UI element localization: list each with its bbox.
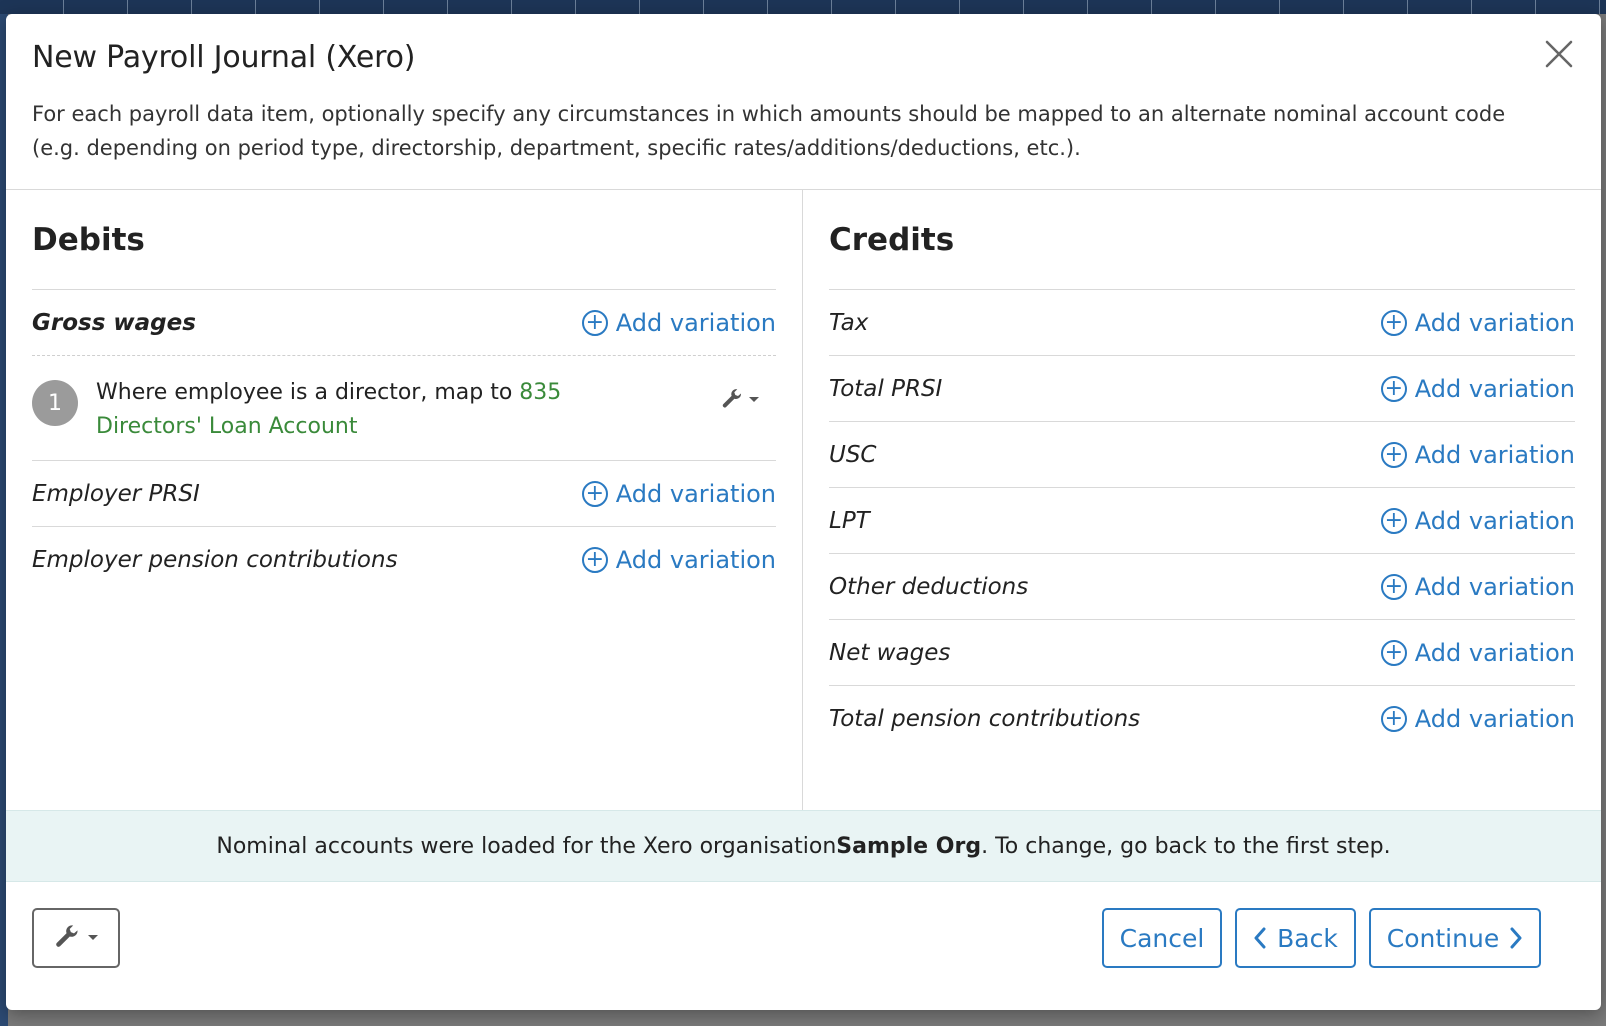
- variation-text: Where employee is a director, map to: [96, 380, 520, 405]
- plus-circle-icon: +: [1380, 441, 1407, 468]
- add-variation-label: Add variation: [1414, 638, 1575, 667]
- cancel-button[interactable]: Cancel: [1102, 908, 1222, 968]
- item-label: Net wages: [829, 639, 951, 666]
- credit-item-net-wages: Net wages + Add variation: [829, 620, 1575, 686]
- dialog-description: For each payroll data item, optionally s…: [32, 102, 1506, 160]
- debit-item-employer-prsi: Employer PRSI + Add variation: [32, 461, 776, 527]
- payroll-journal-dialog: New Payroll Journal (Xero) For each payr…: [6, 14, 1601, 1010]
- notice-suffix: . To change, go back to the first step.: [981, 833, 1391, 859]
- plus-circle-icon: +: [1380, 507, 1407, 534]
- dialog-footer: Cancel Back Continue: [6, 882, 1601, 1010]
- back-button[interactable]: Back: [1235, 908, 1356, 968]
- credit-item-lpt: LPT + Add variation: [829, 488, 1575, 554]
- continue-label: Continue: [1386, 923, 1500, 953]
- variation-row: 1 Where employee is a director, map to 8…: [32, 356, 776, 461]
- add-variation-button[interactable]: + Add variation: [581, 546, 776, 574]
- add-variation-label: Add variation: [1414, 374, 1575, 403]
- dialog-header: New Payroll Journal (Xero) For each payr…: [6, 14, 1601, 190]
- close-icon: [1545, 40, 1573, 68]
- add-variation-button[interactable]: + Add variation: [1380, 308, 1575, 337]
- back-label: Back: [1277, 923, 1338, 953]
- add-variation-label: Add variation: [615, 546, 776, 574]
- add-variation-button[interactable]: + Add variation: [1380, 705, 1575, 733]
- variation-options-dropdown[interactable]: [720, 388, 760, 412]
- credit-item-total-pension: Total pension contributions + Add variat…: [829, 686, 1575, 752]
- tools-dropdown-button[interactable]: [32, 908, 120, 968]
- plus-circle-icon: +: [1380, 309, 1407, 336]
- credits-heading: Credits: [829, 210, 1575, 290]
- add-variation-button[interactable]: + Add variation: [1380, 374, 1575, 403]
- add-variation-label: Add variation: [1414, 705, 1575, 733]
- variation-number-badge: 1: [32, 380, 78, 426]
- close-button[interactable]: [1539, 34, 1579, 74]
- add-variation-label: Add variation: [1414, 572, 1575, 601]
- credit-item-total-prsi: Total PRSI + Add variation: [829, 356, 1575, 422]
- credit-item-usc: USC + Add variation: [829, 422, 1575, 488]
- item-label: Total PRSI: [829, 375, 943, 402]
- add-variation-label: Add variation: [1414, 440, 1575, 469]
- plus-circle-icon: +: [1380, 375, 1407, 402]
- item-label: LPT: [829, 507, 870, 534]
- plus-circle-icon: +: [1380, 706, 1407, 732]
- dialog-title: New Payroll Journal (Xero): [32, 40, 416, 75]
- item-label: Gross wages: [32, 309, 196, 336]
- add-variation-label: Add variation: [615, 308, 776, 337]
- add-variation-button[interactable]: + Add variation: [1380, 572, 1575, 601]
- add-variation-button[interactable]: + Add variation: [581, 308, 776, 337]
- cancel-label: Cancel: [1119, 923, 1205, 953]
- add-variation-button[interactable]: + Add variation: [1380, 440, 1575, 469]
- item-label: Tax: [829, 309, 869, 336]
- item-label: Other deductions: [829, 573, 1029, 600]
- credit-item-tax: Tax + Add variation: [829, 290, 1575, 356]
- notice-prefix: Nominal accounts were loaded for the Xer…: [216, 833, 837, 859]
- credits-column: Credits Tax + Add variation Total PRSI +…: [802, 190, 1601, 810]
- debits-column: Debits Gross wages + Add variation 1 Whe…: [6, 190, 802, 810]
- wrench-icon: [56, 925, 78, 947]
- item-label: USC: [829, 441, 877, 468]
- plus-circle-icon: +: [1380, 639, 1407, 666]
- add-variation-button[interactable]: + Add variation: [1380, 506, 1575, 535]
- nominal-accounts-notice: Nominal accounts were loaded for the Xer…: [6, 810, 1601, 882]
- chevron-left-icon: [1254, 927, 1266, 949]
- continue-button[interactable]: Continue: [1369, 908, 1541, 968]
- plus-circle-icon: +: [581, 547, 608, 573]
- add-variation-label: Add variation: [1414, 506, 1575, 535]
- add-variation-label: Add variation: [615, 479, 776, 508]
- caret-down-icon: [88, 935, 98, 940]
- add-variation-label: Add variation: [1414, 308, 1575, 337]
- plus-circle-icon: +: [1380, 573, 1407, 600]
- debit-item-gross-wages: Gross wages + Add variation: [32, 290, 776, 356]
- item-label: Employer pension contributions: [32, 547, 398, 573]
- plus-circle-icon: +: [581, 480, 608, 507]
- add-variation-button[interactable]: + Add variation: [1380, 638, 1575, 667]
- background-toolbar: [0, 0, 1606, 14]
- wrench-icon: [722, 389, 742, 408]
- debits-heading: Debits: [32, 210, 776, 290]
- debit-item-employer-pension: Employer pension contributions + Add var…: [32, 527, 776, 593]
- item-label: Total pension contributions: [829, 706, 1141, 732]
- notice-org-name: Sample Org: [836, 833, 982, 859]
- add-variation-button[interactable]: + Add variation: [581, 479, 776, 508]
- credit-item-other-deductions: Other deductions + Add variation: [829, 554, 1575, 620]
- caret-down-icon: [749, 397, 759, 402]
- plus-circle-icon: +: [581, 309, 608, 336]
- item-label: Employer PRSI: [32, 480, 200, 507]
- chevron-right-icon: [1510, 927, 1522, 949]
- journal-columns: Debits Gross wages + Add variation 1 Whe…: [6, 190, 1601, 810]
- variation-description: Where employee is a director, map to 835…: [96, 376, 656, 444]
